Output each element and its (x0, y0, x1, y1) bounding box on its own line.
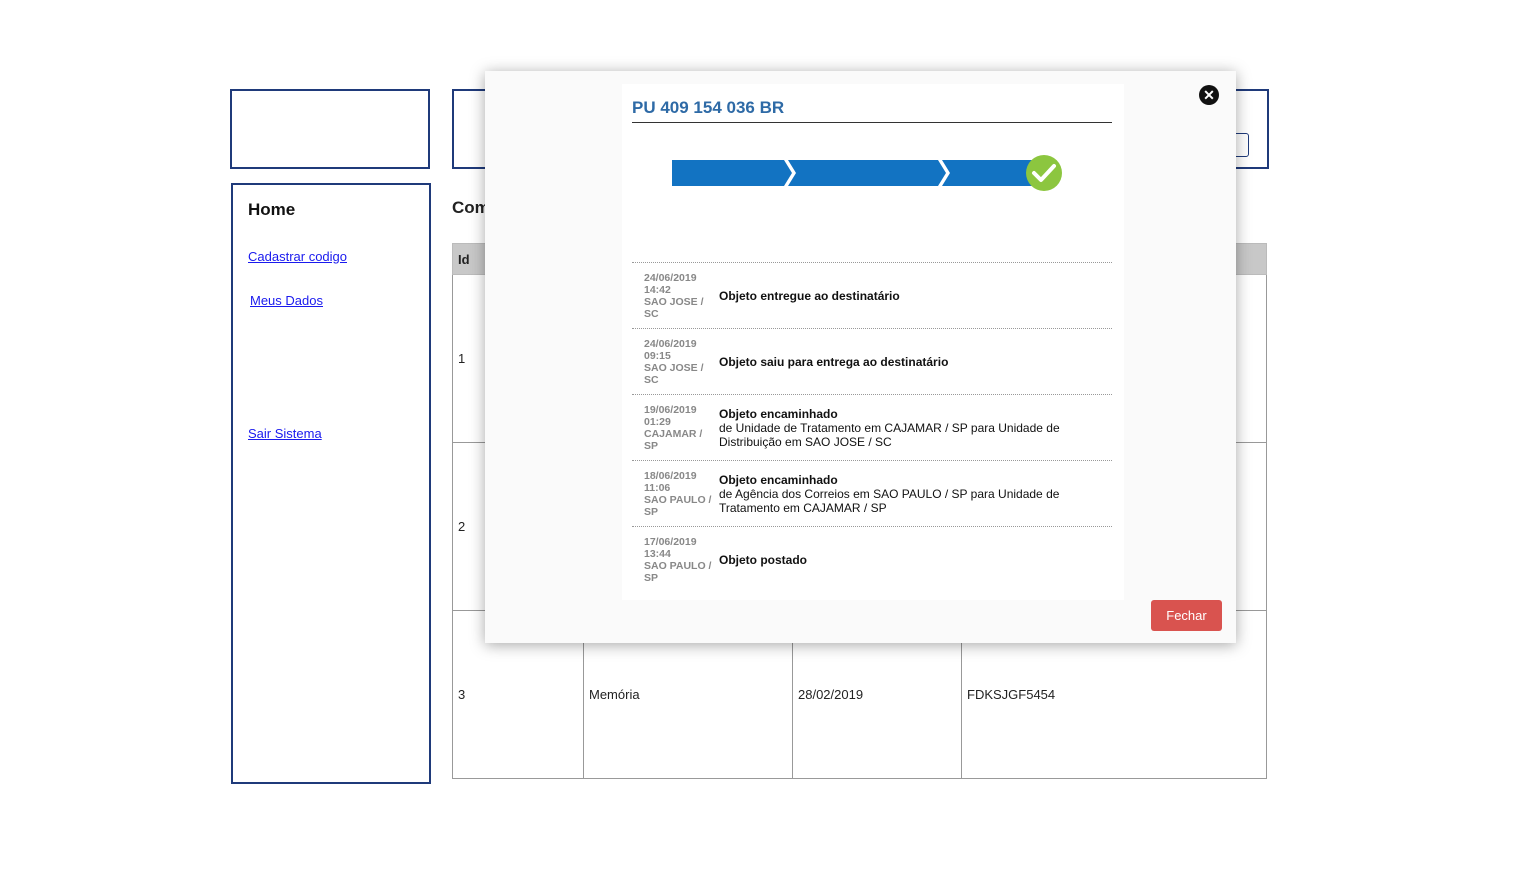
sidebar-link-cadastrar-codigo[interactable]: Cadastrar codigo (248, 249, 347, 264)
event-date: 17/06/2019 (644, 536, 697, 548)
event-detail: de Unidade de Tratamento em CAJAMAR / SP… (719, 420, 1060, 449)
progress-steps (672, 155, 1062, 191)
title-divider (632, 122, 1112, 123)
event-location: CAJAMAR / SP (644, 427, 703, 452)
event-location: SAO PAULO / SP (644, 560, 712, 584)
event-time: 13:44 (644, 548, 671, 560)
logo-box (230, 89, 430, 169)
event-description: Objeto encaminhado de Agência dos Correi… (719, 473, 1112, 515)
event-list: 24/06/2019 14:42 SAO JOSE / SC Objeto en… (632, 262, 1112, 593)
close-icon[interactable]: ✕ (1199, 85, 1219, 105)
event-title: Objeto saiu para entrega ao destinatário (719, 354, 949, 369)
event-time: 11:06 (644, 481, 671, 494)
event-meta: 17/06/2019 13:44 SAO PAULO / SP (632, 536, 719, 584)
event-description: Objeto postado (719, 553, 1112, 567)
event-date: 19/06/2019 (644, 403, 697, 416)
event-meta: 18/06/2019 11:06 SAO PAULO / SP (632, 470, 719, 518)
event-detail: de Agência dos Correios em SAO PAULO / S… (719, 486, 1060, 515)
list-item: 18/06/2019 11:06 SAO PAULO / SP Objeto e… (632, 461, 1112, 527)
progress-step-3 (942, 160, 1032, 186)
event-date: 18/06/2019 (644, 469, 697, 482)
event-description: Objeto saiu para entrega ao destinatário (719, 355, 1112, 369)
event-description: Objeto encaminhado de Unidade de Tratame… (719, 407, 1112, 449)
event-date: 24/06/2019 (644, 337, 697, 350)
event-title: Objeto postado (719, 553, 807, 567)
list-item: 24/06/2019 14:42 SAO JOSE / SC Objeto en… (632, 263, 1112, 329)
event-title: Objeto encaminhado (719, 472, 838, 487)
event-time: 14:42 (644, 283, 671, 296)
tracking-modal: ✕ PU 409 154 036 BR 24/06/2019 14:42 SAO… (485, 71, 1236, 643)
event-time: 01:29 (644, 415, 671, 428)
event-meta: 24/06/2019 09:15 SAO JOSE / SC (632, 338, 719, 386)
tracking-code: PU 409 154 036 BR (632, 98, 785, 117)
sidebar-link-sair-sistema[interactable]: Sair Sistema (248, 426, 322, 441)
event-time: 09:15 (644, 349, 671, 362)
event-title: Objeto encaminhado (719, 406, 838, 421)
event-date: 24/06/2019 (644, 271, 697, 284)
progress-step-2 (788, 160, 946, 186)
event-title: Objeto entregue ao destinatário (719, 288, 900, 303)
event-location: SAO JOSE / SC (644, 295, 704, 320)
list-item: 17/06/2019 13:44 SAO PAULO / SP Objeto p… (632, 527, 1112, 593)
event-meta: 24/06/2019 14:42 SAO JOSE / SC (632, 272, 719, 320)
list-item: 24/06/2019 09:15 SAO JOSE / SC Objeto sa… (632, 329, 1112, 395)
event-meta: 19/06/2019 01:29 CAJAMAR / SP (632, 404, 719, 452)
list-item: 19/06/2019 01:29 CAJAMAR / SP Objeto enc… (632, 395, 1112, 461)
sidebar-title: Home (248, 200, 296, 219)
close-button[interactable]: Fechar (1151, 600, 1222, 631)
sidebar: Home Cadastrar codigo Meus Dados Sair Si… (231, 183, 431, 784)
event-location: SAO PAULO / SP (644, 493, 712, 518)
sidebar-link-meus-dados[interactable]: Meus Dados (250, 293, 323, 308)
check-icon (1026, 155, 1062, 191)
event-location: SAO JOSE / SC (644, 361, 704, 386)
progress-step-1 (672, 160, 792, 186)
event-description: Objeto entregue ao destinatário (719, 289, 1112, 303)
tracking-card: PU 409 154 036 BR 24/06/2019 14:42 SAO J… (622, 84, 1124, 600)
